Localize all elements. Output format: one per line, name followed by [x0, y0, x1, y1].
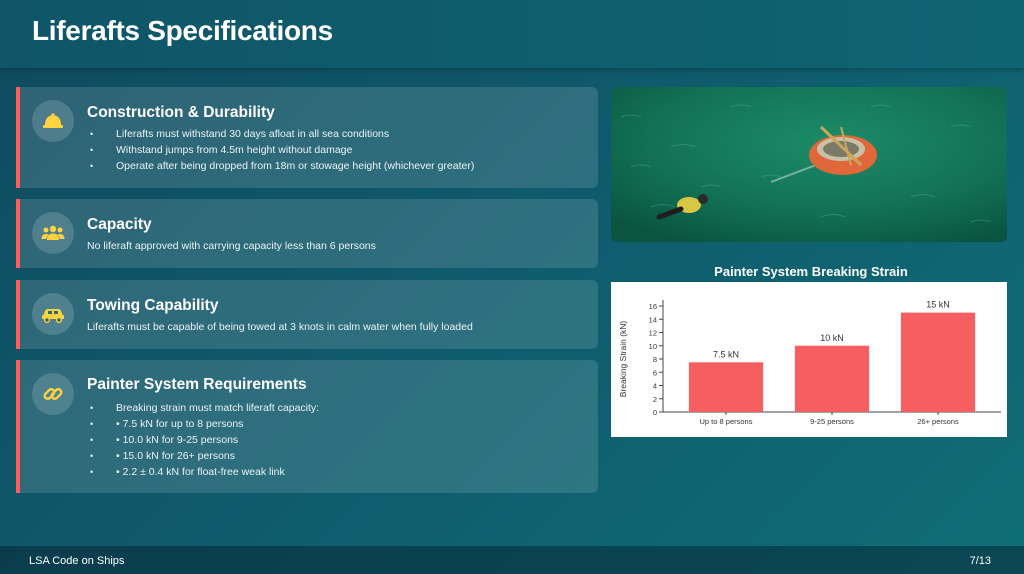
y-tick-label: 12	[649, 329, 657, 338]
card-title: Towing Capability	[87, 297, 219, 314]
card-text: Liferafts must be capable of being towed…	[87, 321, 473, 333]
list-item: • 15.0 kN for 26+ persons	[87, 448, 319, 464]
x-tick-label: Up to 8 persons	[700, 417, 753, 426]
y-tick-label: 14	[649, 315, 657, 324]
x-tick-label: 9-25 persons	[810, 417, 854, 426]
data-label: 7.5 kN	[713, 349, 739, 359]
card-title: Construction & Durability	[87, 104, 275, 121]
slide-header: Liferafts Specifications	[0, 0, 1024, 68]
data-label: 10 kN	[820, 333, 844, 343]
card-title: Capacity	[87, 216, 152, 233]
link-icon	[32, 373, 74, 415]
card-construction: Construction & Durability Liferafts must…	[16, 87, 598, 188]
data-label: 15 kN	[926, 300, 950, 310]
card-towing: Towing Capability Liferafts must be capa…	[16, 280, 598, 349]
slide-title: Liferafts Specifications	[32, 15, 333, 46]
y-tick-label: 2	[653, 395, 657, 404]
y-tick-label: 4	[653, 382, 657, 391]
list-item: Withstand jumps from 4.5m height without…	[87, 142, 474, 158]
bullet-list: Liferafts must withstand 30 days afloat …	[87, 126, 474, 174]
slide-footer: LSA Code on Ships 7/13	[0, 546, 1024, 574]
list-item: • 10.0 kN for 9-25 persons	[87, 432, 319, 448]
x-tick-label: 26+ persons	[917, 417, 959, 426]
chart-title: Painter System Breaking Strain	[714, 264, 908, 279]
liferaft-photo	[611, 87, 1007, 242]
y-tick-label: 16	[649, 302, 657, 311]
hard-hat-icon	[32, 100, 74, 142]
card-capacity: Capacity No liferaft approved with carry…	[16, 199, 598, 268]
footer-label: LSA Code on Ships	[29, 555, 125, 567]
bullet-list: Breaking strain must match liferaft capa…	[87, 400, 319, 480]
y-tick-label: 10	[649, 342, 657, 351]
bar	[900, 312, 976, 412]
y-tick-label: 0	[653, 408, 657, 417]
card-painter-system: Painter System Requirements Breaking str…	[16, 360, 598, 493]
list-item: Breaking strain must match liferaft capa…	[87, 400, 319, 416]
list-item: • 7.5 kN for up to 8 persons	[87, 416, 319, 432]
y-tick-label: 6	[653, 368, 657, 377]
page-number: 7/13	[969, 555, 991, 567]
breaking-strain-chart: 0 2 4 6 8 10 12 14 16 Breaking Strain (kN) 7.5 kN U…	[618, 300, 1001, 426]
users-icon	[32, 212, 74, 254]
list-item: • 2.2 ± 0.4 kN for float-free weak link	[87, 464, 319, 480]
bar	[794, 345, 870, 412]
card-title: Painter System Requirements	[87, 376, 307, 393]
list-item: Liferafts must withstand 30 days afloat …	[87, 126, 474, 142]
chart-panel: 0 2 4 6 8 10 12 14 16 Breaking Strain (kN) 7.5 kN U…	[611, 282, 1007, 437]
y-axis-label: Breaking Strain (kN)	[618, 321, 628, 398]
truck-icon	[32, 293, 74, 335]
card-text: No liferaft approved with carrying capac…	[87, 240, 376, 252]
y-tick-label: 8	[653, 355, 657, 364]
bar	[688, 362, 764, 412]
list-item: Operate after being dropped from 18m or …	[87, 158, 474, 174]
